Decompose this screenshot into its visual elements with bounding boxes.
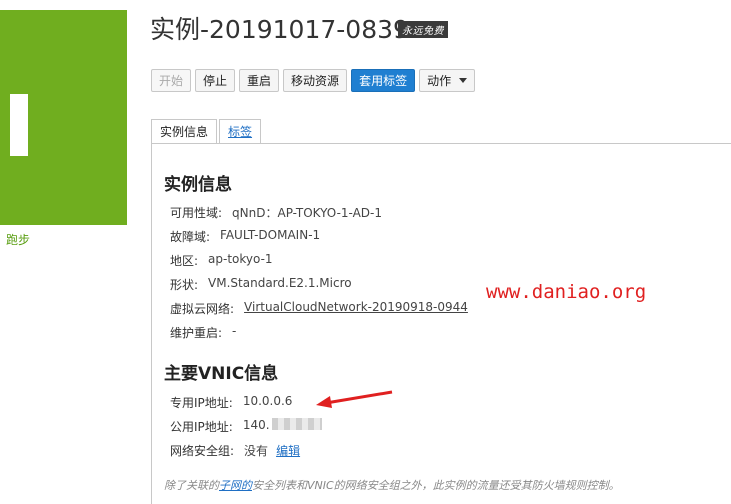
vnic-heading: 主要VNIC信息 [164,364,279,384]
tab-tags[interactable]: 标签 [219,119,262,143]
watermark-text: www.daniao.org [486,281,647,303]
info-key: 地区: [170,254,199,268]
footnote: 除了关联的子网的安全列表和VNIC的网络安全组之外，此实例的流量还受其防火墙规则… [164,477,620,493]
actions-label: 动作 [427,74,452,88]
instance-icon [10,94,28,156]
instance-status-tile [0,10,127,225]
info-key: 网络安全组: [170,444,235,458]
info-value: - [232,324,237,338]
arrow-annotation-icon [316,390,393,408]
page-title: 实例-20191017-0839 [150,15,409,44]
nsg-value: 没有 [244,444,269,458]
info-value: VM.Standard.E2.1.Micro [208,276,352,290]
subnet-link[interactable]: 子网的 [219,479,252,492]
restart-button[interactable]: 重启 [239,69,280,92]
info-key: 公用IP地址: [170,420,233,434]
nsg-edit-link[interactable]: 编辑 [276,442,300,459]
info-row-maintenance-reboot: 维护重启: - [170,324,236,341]
actions-dropdown[interactable]: 动作 [419,69,476,92]
apply-tags-button[interactable]: 套用标签 [351,69,416,92]
info-key: 专用IP地址: [170,396,233,410]
info-value: ap-tokyo-1 [208,252,273,266]
info-row-shape: 形状: VM.Standard.E2.1.Micro [170,276,352,293]
tab-instance-info[interactable]: 实例信息 [151,119,218,143]
public-ip-value: 140. [242,418,270,432]
info-key: 虚拟云网络: [170,302,235,316]
move-resource-button[interactable]: 移动资源 [283,69,348,92]
private-ip-value: 10.0.0.6 [242,394,293,408]
footnote-prefix: 除了关联的 [164,479,219,492]
always-free-badge: 永远免费 [398,21,448,38]
vcn-link[interactable]: VirtualCloudNetwork-20190918-0944 [244,300,468,317]
start-button[interactable]: 开始 [151,69,192,92]
status-label: 跑步 [6,233,31,247]
tab-bar: 实例信息 标签 [151,119,263,143]
info-row-region: 地区: ap-tokyo-1 [170,252,273,269]
vnic-row-public-ip: 公用IP地址: 140. [170,418,322,435]
info-key: 维护重启: [170,326,223,340]
info-row-vcn: 虚拟云网络: VirtualCloudNetwork-20190918-0944 [170,300,468,317]
toolbar: 开始 停止 重启 移动资源 套用标签 动作 [151,69,476,92]
info-key: 可用性域: [170,206,223,220]
instance-info-heading: 实例信息 [164,175,232,195]
chevron-down-icon [459,78,468,83]
stop-button[interactable]: 停止 [195,69,236,92]
vnic-row-nsg: 网络安全组: 没有 编辑 [170,442,300,459]
info-key: 故障域: [170,230,211,244]
info-value: qNnD：AP-TOKYO-1-AD-1 [232,206,383,220]
info-key: 形状: [170,278,199,292]
info-value: FAULT-DOMAIN-1 [220,228,321,242]
footnote-suffix: 安全列表和VNIC的网络安全组之外，此实例的流量还受其防火墙规则控制。 [252,479,620,492]
info-row-fault-domain: 故障域: FAULT-DOMAIN-1 [170,228,320,245]
info-row-availability-domain: 可用性域: qNnD：AP-TOKYO-1-AD-1 [170,204,382,221]
vnic-row-private-ip: 专用IP地址: 10.0.0.6 [170,394,292,411]
redacted-ip-blur [271,418,322,430]
